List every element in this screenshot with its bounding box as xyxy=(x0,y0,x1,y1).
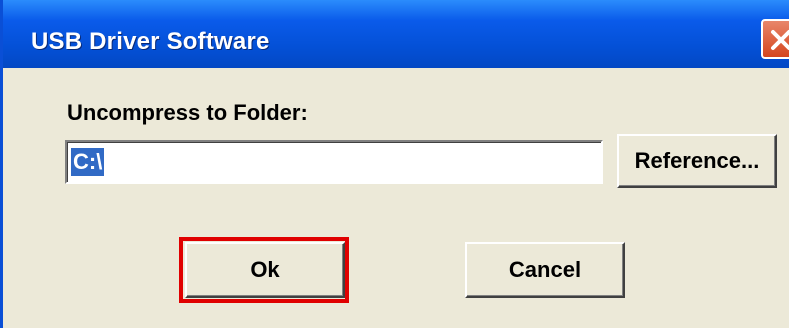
title-bar[interactable]: USB Driver Software xyxy=(3,0,789,68)
window-title: USB Driver Software xyxy=(31,28,270,55)
close-icon xyxy=(771,30,789,50)
reference-button[interactable]: Reference... xyxy=(617,134,777,188)
folder-label: Uncompress to Folder: xyxy=(67,100,308,125)
dialog-window: USB Driver Software Uncompress to Folder… xyxy=(0,0,789,328)
cancel-button[interactable]: Cancel xyxy=(465,242,625,298)
dialog-body: Uncompress to Folder: C:\ Reference... O… xyxy=(3,68,789,328)
ok-button[interactable]: Ok xyxy=(185,242,345,298)
folder-path-input[interactable]: C:\ xyxy=(65,140,603,184)
folder-path-value: C:\ xyxy=(71,148,105,176)
close-button[interactable] xyxy=(761,19,789,59)
